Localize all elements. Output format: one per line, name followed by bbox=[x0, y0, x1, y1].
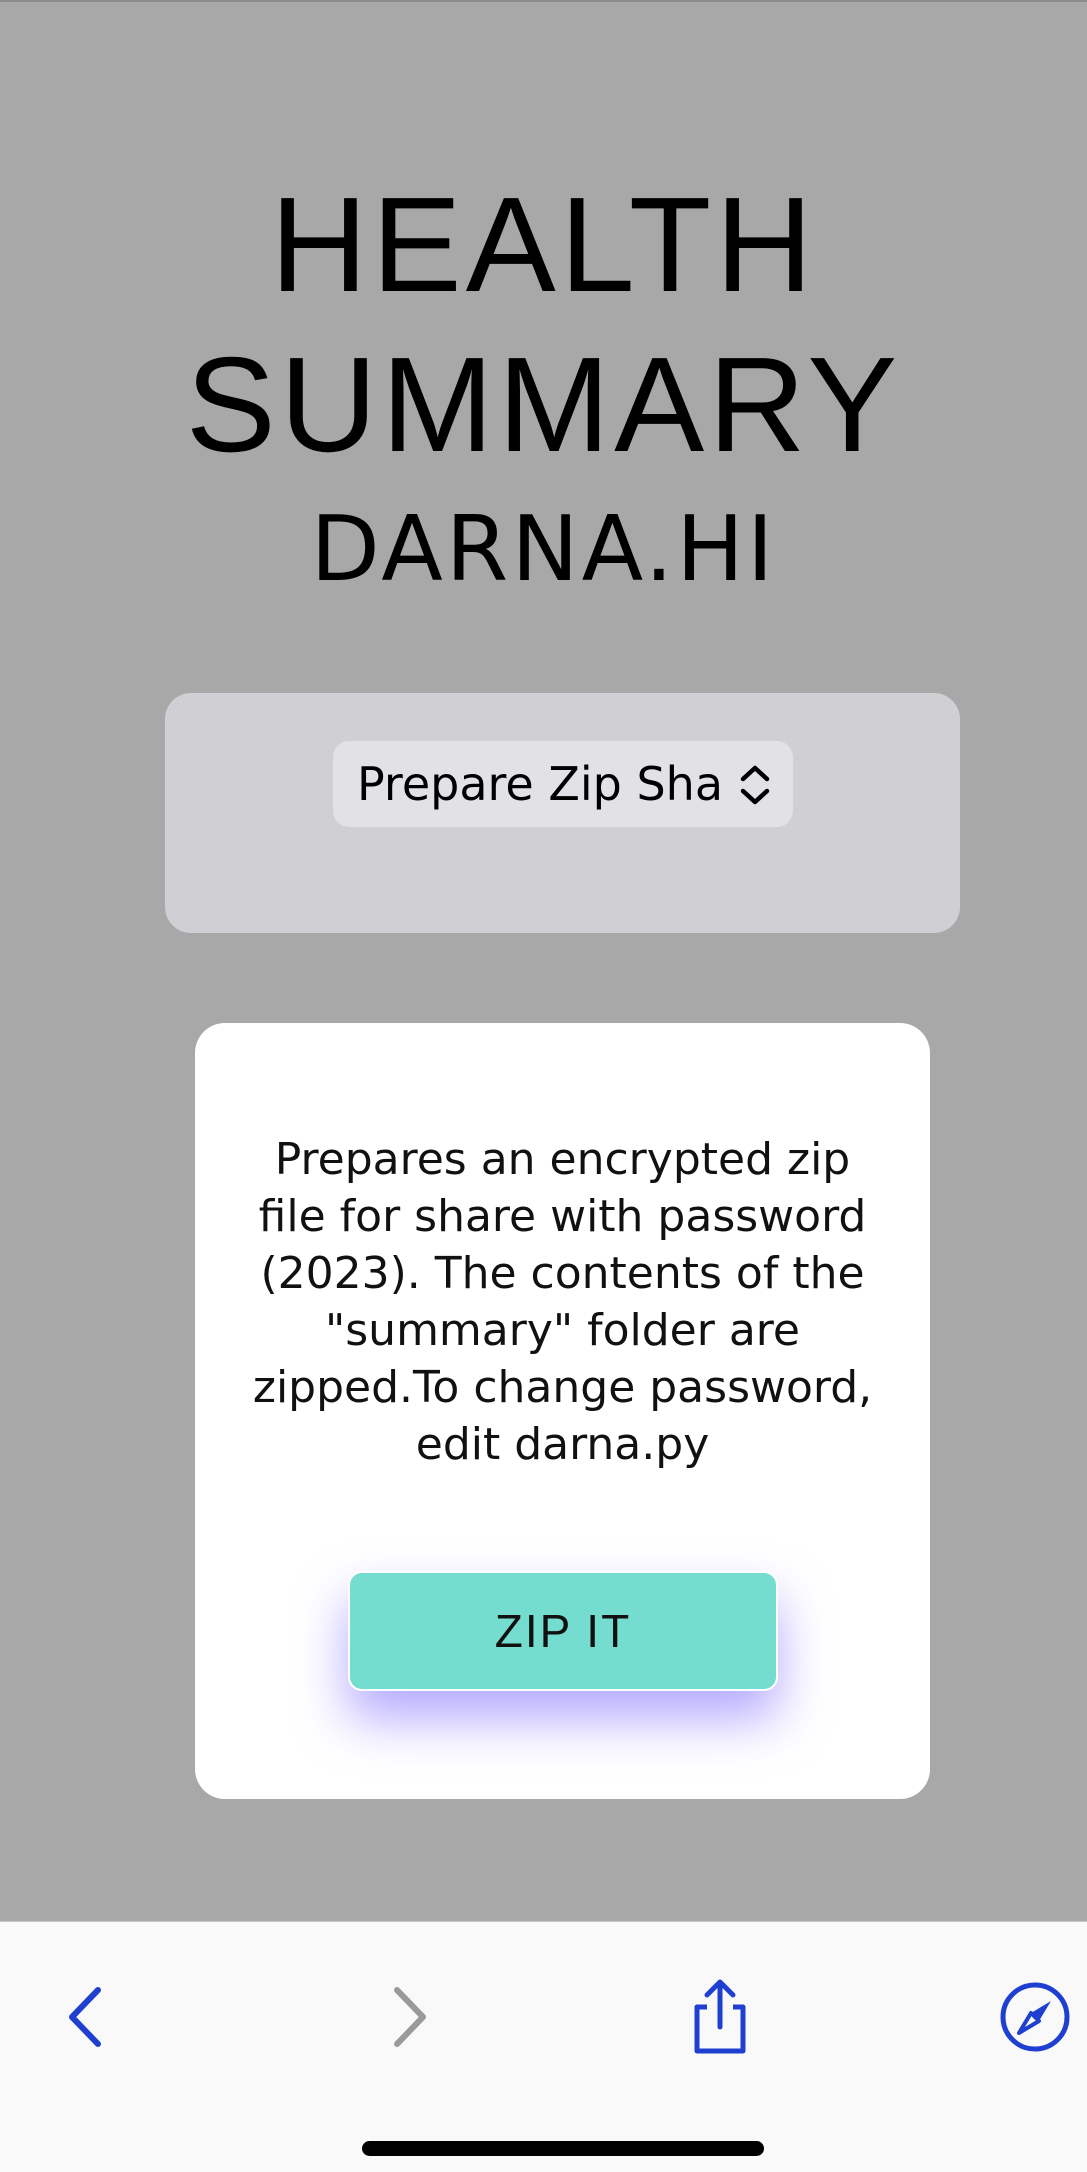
compass-button[interactable] bbox=[990, 1972, 1080, 2062]
back-icon bbox=[69, 1987, 101, 2047]
action-select-panel: Prepare Zip Share bbox=[165, 693, 960, 933]
page-subtitle: DARNA.HI bbox=[310, 497, 777, 602]
forward-button[interactable] bbox=[365, 1972, 455, 2062]
action-select[interactable]: Prepare Zip Share bbox=[333, 741, 793, 827]
back-button[interactable] bbox=[40, 1972, 130, 2062]
zip-it-button[interactable]: ZIP IT bbox=[348, 1571, 778, 1691]
top-divider bbox=[0, 0, 1087, 2]
chevron-up-down-icon bbox=[740, 765, 770, 805]
home-indicator bbox=[362, 2141, 764, 2156]
page: HEALTH SUMMARY DARNA.HI Prepare Zip Shar… bbox=[0, 0, 1087, 2172]
browser-toolbar bbox=[0, 1921, 1087, 2172]
compass-icon bbox=[1000, 1982, 1070, 2052]
share-icon bbox=[694, 1979, 746, 2054]
action-select-value: Prepare Zip Share bbox=[357, 757, 727, 811]
page-title-line-2: SUMMARY bbox=[185, 329, 902, 480]
forward-icon bbox=[394, 1987, 426, 2047]
description-card: Prepares an encrypted zip file for share… bbox=[195, 1023, 930, 1799]
description-text: Prepares an encrypted zip file for share… bbox=[252, 1134, 873, 1470]
page-title-line-1: HEALTH bbox=[270, 169, 817, 320]
share-button[interactable] bbox=[675, 1972, 765, 2062]
